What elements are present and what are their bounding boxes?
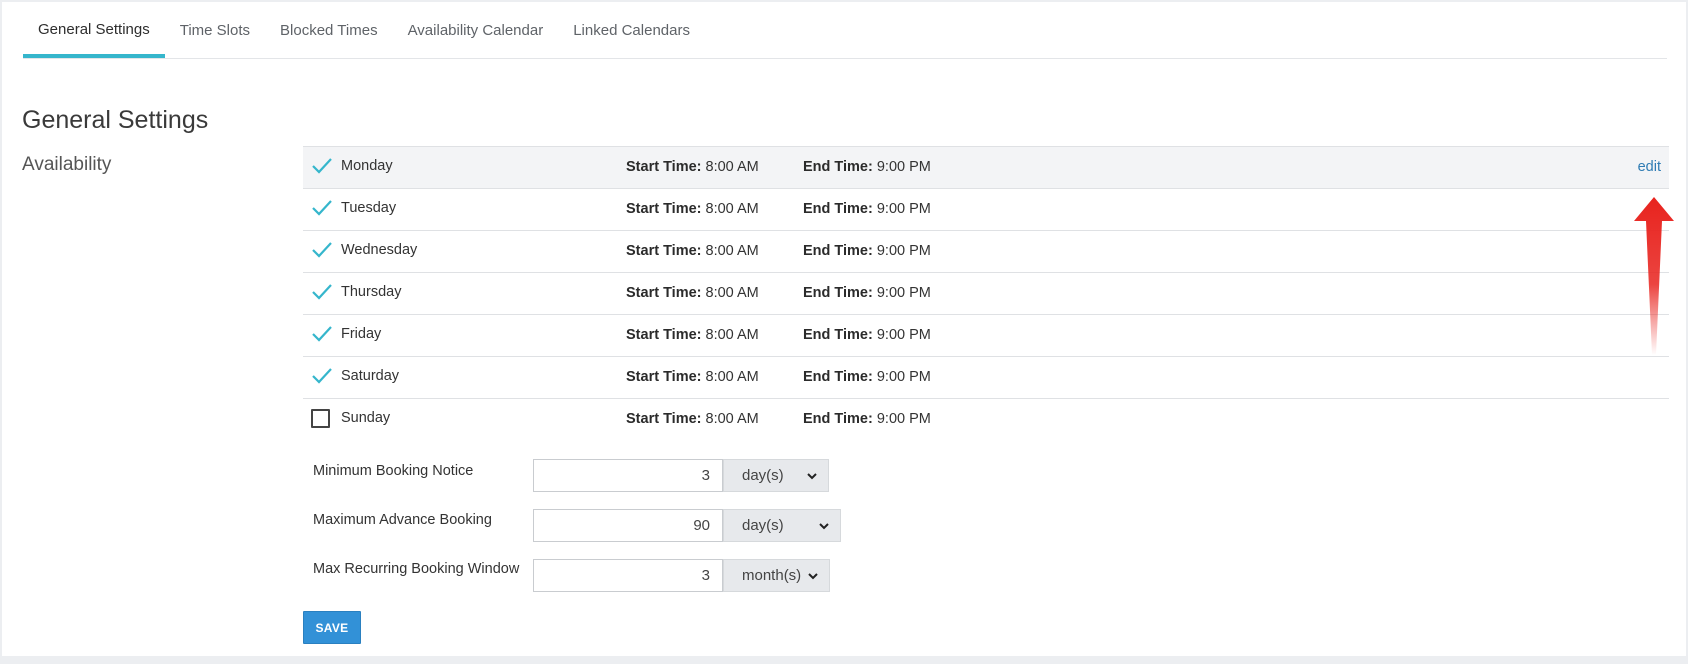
end-time: End Time: 9:00 PM bbox=[803, 243, 931, 259]
start-time-value: 8:00 AM bbox=[705, 159, 759, 175]
max-advance-booking-label: Maximum Advance Booking bbox=[313, 512, 492, 528]
start-time-value: 8:00 AM bbox=[705, 369, 759, 385]
day-label: Thursday bbox=[341, 284, 402, 300]
start-time-label: Start Time: bbox=[626, 201, 702, 217]
availability-row-friday: Friday Start Time: 8:00 AM End Time: 9:0… bbox=[303, 314, 1669, 356]
checkmark-icon[interactable] bbox=[311, 367, 333, 385]
start-time-label: Start Time: bbox=[626, 285, 702, 301]
start-time-label: Start Time: bbox=[626, 327, 702, 343]
start-time-label: Start Time: bbox=[626, 411, 702, 427]
start-time-value: 8:00 AM bbox=[705, 411, 759, 427]
end-time-label: End Time: bbox=[803, 201, 873, 217]
start-time-label: Start Time: bbox=[626, 369, 702, 385]
min-booking-notice-unit-select[interactable]: day(s) bbox=[723, 459, 829, 492]
start-time: Start Time: 8:00 AM bbox=[626, 369, 759, 385]
end-time: End Time: 9:00 PM bbox=[803, 369, 931, 385]
start-time: Start Time: 8:00 AM bbox=[626, 327, 759, 343]
annotation-arrow-icon bbox=[1634, 197, 1674, 355]
tab-blocked-times[interactable]: Blocked Times bbox=[265, 1, 393, 58]
checkmark-icon[interactable] bbox=[311, 157, 333, 175]
tab-time-slots[interactable]: Time Slots bbox=[165, 1, 265, 58]
end-time: End Time: 9:00 PM bbox=[803, 285, 931, 301]
day-label: Tuesday bbox=[341, 200, 397, 216]
start-time: Start Time: 8:00 AM bbox=[626, 411, 759, 427]
start-time-value: 8:00 AM bbox=[705, 243, 759, 259]
end-time-value: 9:00 PM bbox=[876, 159, 931, 175]
end-time-value: 9:00 PM bbox=[876, 369, 931, 385]
availability-row-wednesday: Wednesday Start Time: 8:00 AM End Time: … bbox=[303, 230, 1669, 272]
checkmark-icon[interactable] bbox=[311, 199, 333, 217]
start-time: Start Time: 8:00 AM bbox=[626, 201, 759, 217]
tab-bar: General Settings Time Slots Blocked Time… bbox=[23, 2, 1667, 59]
checkmark-icon[interactable] bbox=[311, 325, 333, 343]
chevron-down-icon bbox=[819, 523, 829, 530]
end-time: End Time: 9:00 PM bbox=[803, 159, 931, 175]
availability-row-sunday: Sunday Start Time: 8:00 AM End Time: 9:0… bbox=[303, 398, 1669, 440]
day-label: Wednesday bbox=[341, 242, 418, 258]
end-time-label: End Time: bbox=[803, 327, 873, 343]
end-time: End Time: 9:00 PM bbox=[803, 327, 931, 343]
start-time: Start Time: 8:00 AM bbox=[626, 159, 759, 175]
availability-row-thursday: Thursday Start Time: 8:00 AM End Time: 9… bbox=[303, 272, 1669, 314]
section-label-availability: Availability bbox=[22, 154, 112, 175]
day-label: Saturday bbox=[341, 368, 400, 384]
start-time: Start Time: 8:00 AM bbox=[626, 243, 759, 259]
chevron-down-icon bbox=[808, 573, 818, 580]
select-value: month(s) bbox=[742, 567, 802, 584]
end-time: End Time: 9:00 PM bbox=[803, 201, 931, 217]
chevron-down-icon bbox=[807, 473, 817, 480]
day-label: Monday bbox=[341, 158, 393, 174]
start-time-value: 8:00 AM bbox=[705, 285, 759, 301]
select-value: day(s) bbox=[742, 467, 784, 484]
end-time-label: End Time: bbox=[803, 411, 873, 427]
checkbox-unchecked[interactable] bbox=[311, 409, 330, 428]
save-button[interactable]: SAVE bbox=[303, 611, 361, 644]
end-time-value: 9:00 PM bbox=[876, 411, 931, 427]
min-booking-notice-label: Minimum Booking Notice bbox=[313, 463, 474, 479]
end-time: End Time: 9:00 PM bbox=[803, 411, 931, 427]
end-time-value: 9:00 PM bbox=[876, 201, 931, 217]
start-time: Start Time: 8:00 AM bbox=[626, 285, 759, 301]
max-advance-booking-input[interactable]: 90 bbox=[533, 509, 723, 542]
max-recurring-window-unit-select[interactable]: month(s) bbox=[723, 559, 830, 592]
availability-table: Monday Start Time: 8:00 AM End Time: 9:0… bbox=[303, 146, 1669, 440]
end-time-label: End Time: bbox=[803, 243, 873, 259]
start-time-value: 8:00 AM bbox=[705, 327, 759, 343]
end-time-value: 9:00 PM bbox=[876, 243, 931, 259]
max-recurring-window-input[interactable]: 3 bbox=[533, 559, 723, 592]
start-time-label: Start Time: bbox=[626, 159, 702, 175]
start-time-label: Start Time: bbox=[626, 243, 702, 259]
availability-row-monday: Monday Start Time: 8:00 AM End Time: 9:0… bbox=[303, 146, 1669, 188]
edit-link[interactable]: edit bbox=[1638, 159, 1661, 175]
end-time-label: End Time: bbox=[803, 369, 873, 385]
tab-linked-calendars[interactable]: Linked Calendars bbox=[558, 1, 705, 58]
tab-availability-calendar[interactable]: Availability Calendar bbox=[393, 1, 559, 58]
page-title: General Settings bbox=[22, 106, 209, 134]
end-time-label: End Time: bbox=[803, 159, 873, 175]
end-time-value: 9:00 PM bbox=[876, 285, 931, 301]
start-time-value: 8:00 AM bbox=[705, 201, 759, 217]
min-booking-notice-input[interactable]: 3 bbox=[533, 459, 723, 492]
availability-row-tuesday: Tuesday Start Time: 8:00 AM End Time: 9:… bbox=[303, 188, 1669, 230]
availability-row-saturday: Saturday Start Time: 8:00 AM End Time: 9… bbox=[303, 356, 1669, 398]
max-advance-booking-unit-select[interactable]: day(s) bbox=[723, 509, 841, 542]
day-label: Friday bbox=[341, 326, 382, 342]
settings-panel: General Settings Time Slots Blocked Time… bbox=[2, 2, 1686, 656]
max-recurring-window-label: Max Recurring Booking Window bbox=[313, 561, 520, 577]
tab-general-settings[interactable]: General Settings bbox=[23, 1, 165, 58]
day-label: Sunday bbox=[341, 410, 391, 426]
end-time-value: 9:00 PM bbox=[876, 327, 931, 343]
checkmark-icon[interactable] bbox=[311, 283, 333, 301]
end-time-label: End Time: bbox=[803, 285, 873, 301]
select-value: day(s) bbox=[742, 517, 784, 534]
checkmark-icon[interactable] bbox=[311, 241, 333, 259]
